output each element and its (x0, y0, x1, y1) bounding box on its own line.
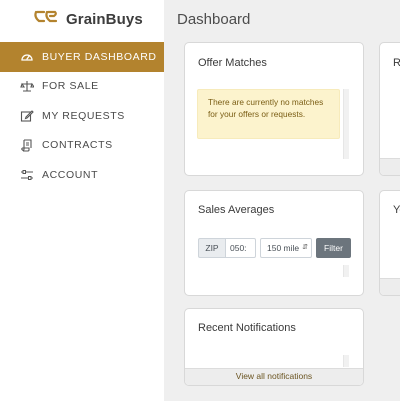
filter-button[interactable]: Filter (316, 238, 351, 258)
sidebar-item-buyer-dashboard[interactable]: BUYER DASHBOARD (0, 42, 164, 72)
recent-notifications-title: Recent Notifications (198, 322, 296, 334)
sidebar-item-label: FOR SALE (42, 80, 99, 93)
sidebar-item-label: ACCOUNT (42, 168, 99, 181)
no-matches-alert: There are currently no matches for your … (197, 89, 340, 139)
zip-label: ZIP (198, 238, 225, 258)
sidebar-item-for-sale[interactable]: FOR SALE (0, 72, 164, 102)
radius-select-value: 150 mile (267, 243, 300, 253)
right-card-top: R (379, 42, 400, 176)
scrollbar[interactable] (343, 89, 349, 159)
chevron-updown-icon: ⇵ (301, 239, 308, 257)
right-card-top-title: R (393, 57, 400, 69)
page-title: Dashboard (177, 11, 251, 28)
gauge-icon (20, 50, 34, 64)
view-all-notifications-link[interactable]: View all notifications (185, 368, 363, 385)
grainbuys-logo-icon (32, 8, 60, 31)
sidebar-item-label: BUYER DASHBOARD (42, 50, 157, 63)
scrollbar[interactable] (343, 355, 349, 367)
sales-averages-title: Sales Averages (198, 204, 275, 216)
scrollbar[interactable] (343, 265, 349, 277)
scale-icon (20, 79, 34, 93)
sidebar-item-label: MY REQUESTS (42, 109, 125, 122)
sliders-icon (20, 168, 34, 182)
offer-matches-title: Offer Matches (198, 57, 267, 69)
sidebar-item-contracts[interactable]: CONTRACTS (0, 131, 164, 161)
right-card-middle-title: Yo (393, 204, 400, 216)
sidebar-item-account[interactable]: ACCOUNT (0, 160, 164, 190)
sales-filter-form: ZIP 050: 150 mile ⇵ Filter (198, 238, 351, 258)
sidebar-item-label: CONTRACTS (42, 139, 113, 152)
card-footer (380, 158, 400, 175)
card-footer (380, 278, 400, 295)
edit-icon (20, 109, 34, 123)
sales-averages-card: Sales Averages ZIP 050: 150 mile ⇵ Filte… (184, 190, 364, 296)
zip-input[interactable]: 050: (225, 238, 256, 258)
radius-select[interactable]: 150 mile ⇵ (260, 238, 312, 258)
brand-name: GrainBuys (66, 10, 143, 28)
right-card-middle: Yo (379, 190, 400, 296)
recent-notifications-card: Recent Notifications View all notificati… (184, 308, 364, 386)
sidebar: GrainBuys BUYER DASHBOARD FOR SALE MY RE… (0, 0, 164, 401)
scroll-icon (20, 138, 34, 152)
brand-logo[interactable]: GrainBuys (32, 8, 143, 30)
offer-matches-card: Offer Matches There are currently no mat… (184, 42, 364, 176)
sidebar-item-my-requests[interactable]: MY REQUESTS (0, 101, 164, 131)
sidebar-nav: BUYER DASHBOARD FOR SALE MY REQUESTS CON… (0, 42, 164, 190)
